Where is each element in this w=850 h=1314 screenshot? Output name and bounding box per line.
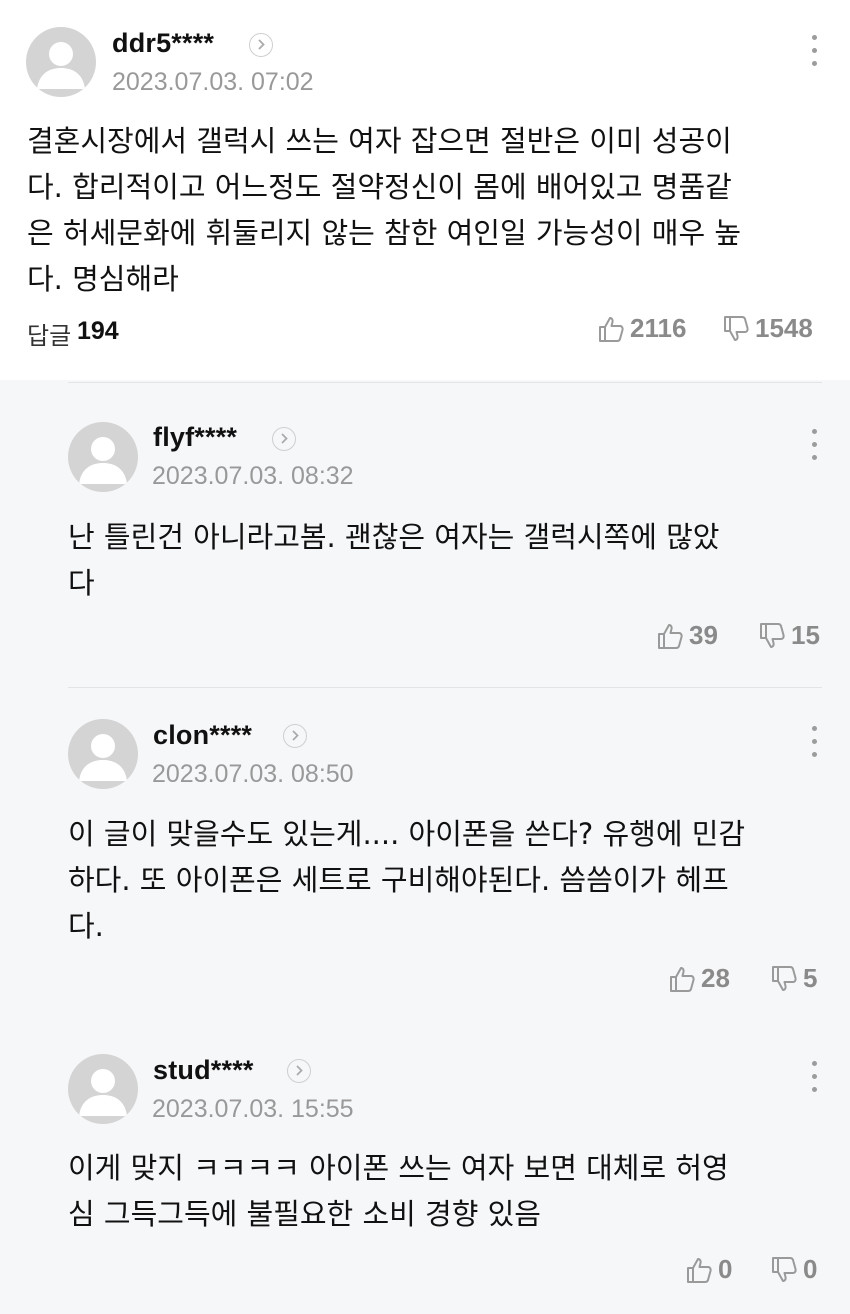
thumbs-up-icon [599,316,624,342]
chevron-right-icon[interactable] [283,724,307,748]
more-vertical-icon[interactable] [808,427,820,463]
reply-date: 2023.07.03. 15:55 [152,1095,354,1123]
more-vertical-icon[interactable] [808,33,820,69]
reply-count[interactable]: 194 [77,317,119,346]
reply-list: flyf**** 2023.07.03. 08:32 난 틀린건 아니라고봄. … [0,380,850,1314]
reply-label[interactable]: 답글 [27,316,71,351]
like-count: 2116 [630,313,687,343]
thumbs-down-icon [724,315,749,341]
default-avatar-icon[interactable] [68,719,138,789]
comment-date: 2023.07.03. 07:02 [112,68,314,96]
dislike-button[interactable]: 0 [771,1254,817,1285]
reply-username[interactable]: stud**** [153,1055,254,1086]
comment-username[interactable]: ddr5**** [112,28,214,59]
more-vertical-icon[interactable] [808,724,820,760]
reply-date: 2023.07.03. 08:32 [152,462,354,490]
like-count: 39 [689,620,718,650]
dislike-count: 5 [803,963,818,993]
dislike-button[interactable]: 5 [771,963,817,994]
reply-username[interactable]: flyf**** [153,422,237,453]
dislike-count: 0 [803,1254,818,1284]
default-avatar-icon[interactable] [26,27,96,97]
like-button[interactable]: 39 [657,620,718,651]
main-comment: ddr5**** 2023.07.03. 07:02 결혼시장에서 갤럭시 쓰는… [0,0,850,380]
like-count: 0 [718,1254,733,1284]
thumbs-up-icon [670,966,695,992]
dislike-button[interactable]: 15 [759,620,820,651]
comment-body: 결혼시장에서 갤럭시 쓰는 여자 잡으면 절반은 이미 성공이 다. 합리적이고… [27,124,742,296]
thumbs-down-icon [760,622,785,648]
more-vertical-icon[interactable] [808,1059,820,1095]
chevron-right-icon[interactable] [272,427,296,451]
divider [68,687,822,688]
like-button[interactable]: 28 [669,963,730,994]
reply-body: 이게 맞지 ㅋㅋㅋㅋ 아이폰 쓰는 여자 보면 대체로 허영 심 그득그득에 불… [68,1151,729,1231]
comment-page: ddr5**** 2023.07.03. 07:02 결혼시장에서 갤럭시 쓰는… [0,0,850,1314]
chevron-right-icon[interactable] [249,33,273,57]
reply-date: 2023.07.03. 08:50 [152,760,354,788]
like-button[interactable]: 2116 [598,313,686,344]
dislike-count: 1548 [755,313,813,343]
dislike-count: 15 [791,620,820,650]
reply-body: 난 틀린건 아니라고봄. 괜찮은 여자는 갤럭시쪽에 많았 다 [68,520,720,600]
default-avatar-icon[interactable] [68,422,138,492]
default-avatar-icon[interactable] [68,1054,138,1124]
thumbs-up-icon [658,623,683,649]
divider [68,382,822,383]
thumbs-down-icon [772,965,797,991]
reply-body: 이 글이 맞을수도 있는게.... 아이폰을 쓴다? 유행에 민감 하다. 또 … [68,817,746,943]
reply-username[interactable]: clon**** [153,720,252,751]
like-button[interactable]: 0 [686,1254,732,1285]
thumbs-down-icon [772,1256,797,1282]
like-count: 28 [701,963,730,993]
chevron-right-icon[interactable] [287,1059,311,1083]
dislike-button[interactable]: 1548 [723,313,813,344]
thumbs-up-icon [687,1257,712,1283]
